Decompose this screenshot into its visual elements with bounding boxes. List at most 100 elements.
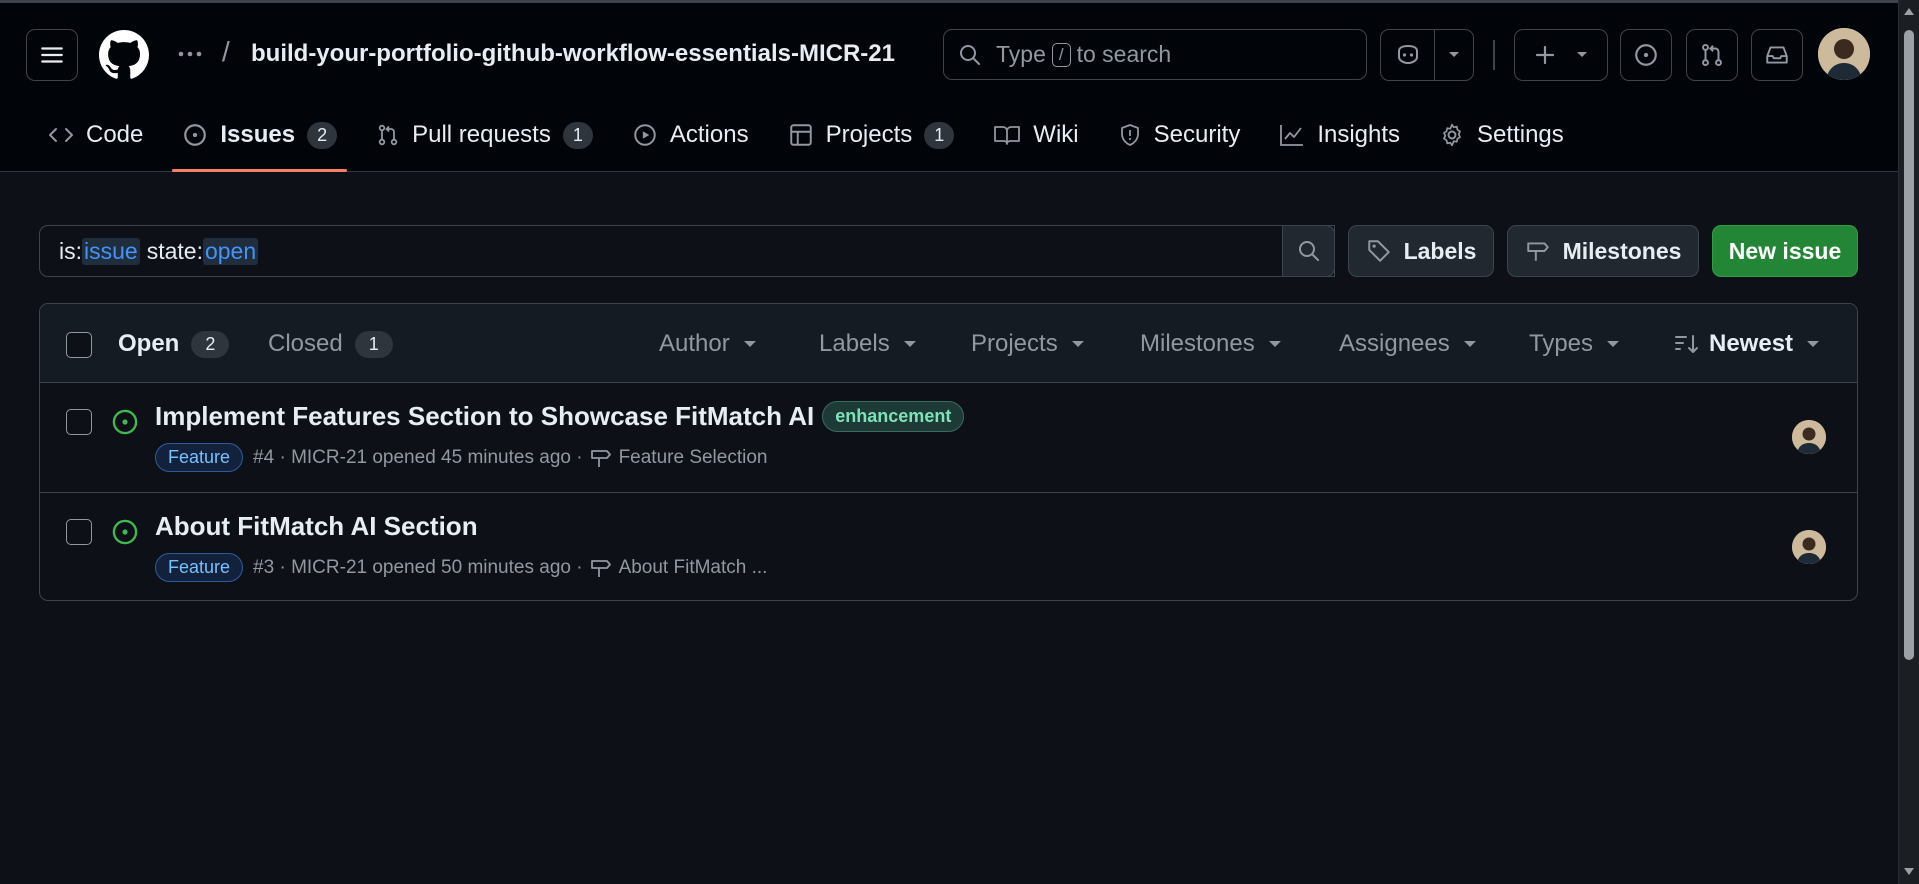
label-enhancement[interactable]: enhancement [822,401,965,432]
scroll-up-arrow[interactable] [1904,8,1914,15]
projects-filter-dropdown[interactable]: Projects [971,330,1084,358]
copilot-dropdown-button[interactable] [1434,29,1474,81]
triangle-down-icon [903,341,916,347]
assignee-avatar[interactable] [1792,530,1826,564]
menu-button[interactable] [26,29,78,81]
issues-filter-input[interactable]: is: issue state: open [39,225,1335,277]
types-filter-dropdown[interactable]: Types [1529,330,1620,358]
tab-projects-label: Projects [825,121,913,148]
your-pull-requests-button[interactable] [1686,29,1738,81]
kebab-horizontal-icon [178,51,202,57]
assignee-avatar[interactable] [1792,420,1826,454]
sort-dropdown[interactable]: Newest [1673,330,1820,358]
tab-pull-requests[interactable]: Pull requests 1 [366,112,603,158]
issue-row[interactable]: Implement Features Section to Showcase F… [40,383,1857,492]
scroll-down-arrow[interactable] [1904,868,1914,875]
tab-settings[interactable]: Settings [1429,112,1574,158]
user-avatar[interactable] [1818,28,1870,80]
sort-desc-icon [1675,335,1698,353]
gear-icon [1443,123,1461,147]
inbox-button[interactable] [1751,29,1803,81]
milestone-icon [1526,242,1549,261]
open-issues-tab[interactable]: Open 2 [118,330,230,358]
issue-title-link[interactable]: Implement Features Section to Showcase F… [155,401,814,432]
repo-nav-tabs: Code Issues 2 Pull requests 1 Actions Pr… [38,112,1593,172]
filter-is-value: issue [82,237,140,265]
issue-title[interactable]: About FitMatch AI Section [155,511,478,542]
issue-opened-icon [112,409,138,435]
page-scrollbar[interactable] [1898,0,1919,884]
triangle-down-icon [743,341,756,347]
issue-milestone-link[interactable]: Feature Selection [589,446,767,470]
labels-button[interactable]: Labels [1348,225,1494,277]
triangle-down-icon [1807,341,1820,347]
open-count: 2 [191,330,230,358]
triangle-down-icon [1268,341,1281,347]
repo-title-link[interactable]: build-your-portfolio-github-workflow-ess… [251,40,895,68]
milestones-button[interactable]: Milestones [1507,225,1699,277]
tab-wiki-label: Wiki [1033,121,1079,148]
sort-label: Newest [1709,330,1794,357]
tab-insights[interactable]: Insights [1269,112,1410,158]
issue-type-badge[interactable]: Feature [155,553,244,582]
issue-opened-icon [1635,44,1657,66]
create-new-button[interactable] [1514,29,1608,81]
tab-actions[interactable]: Actions [622,112,759,158]
milestone-icon [590,449,611,467]
global-search-input[interactable]: Type / to search [943,29,1367,80]
issue-checkbox[interactable] [66,519,92,545]
new-issue-button[interactable]: New issue [1712,225,1858,277]
plus-icon [1535,45,1555,65]
closed-issues-tab[interactable]: Closed 1 [268,330,393,358]
triangle-down-icon [1577,52,1587,57]
issue-type-badge[interactable]: Feature [155,443,244,472]
triangle-down-icon [1071,341,1084,347]
scrollbar-thumb[interactable] [1904,30,1914,660]
issue-row[interactable]: About FitMatch AI Section Feature #3 · M… [40,492,1857,600]
issue-title[interactable]: Implement Features Section to Showcase F… [155,401,965,432]
copilot-button[interactable] [1380,29,1436,81]
breadcrumb-separator: / [222,36,230,67]
filter-search-button[interactable] [1282,225,1335,277]
labels-filter-label: Labels [819,330,890,357]
search-placeholder-suffix: to search [1076,41,1172,67]
closed-count: 1 [354,330,393,358]
author-filter-dropdown[interactable]: Author [659,330,756,358]
issue-milestone-label: About FitMatch ... [618,556,768,578]
tab-projects-count: 1 [924,121,955,149]
issue-opened-icon [112,519,138,545]
tab-code-label: Code [86,121,144,148]
types-filter-label: Types [1529,330,1594,357]
open-label: Open [118,330,180,357]
tab-wiki[interactable]: Wiki [983,112,1088,158]
assignees-filter-dropdown[interactable]: Assignees [1339,330,1476,358]
issue-opened-icon [184,124,207,146]
issue-meta: Feature #4 · MICR-21 opened 45 minutes a… [155,443,767,472]
issues-list-header: Open 2 Closed 1 Author Labels Projects M… [40,304,1857,383]
search-placeholder-prefix: Type [996,41,1046,67]
milestones-filter-label: Milestones [1140,330,1255,357]
filter-state-prefix: state: [146,237,203,264]
your-issues-button[interactable] [1620,29,1672,81]
tab-security[interactable]: Security [1108,112,1251,158]
tab-code[interactable]: Code [38,112,153,158]
labels-filter-dropdown[interactable]: Labels [819,330,916,358]
book-icon [994,126,1021,145]
tab-actions-label: Actions [669,121,749,148]
tag-icon [1367,240,1390,262]
tab-projects[interactable]: Projects 1 [778,112,965,158]
hamburger-icon [41,47,63,63]
select-all-checkbox[interactable] [66,332,92,358]
issue-title-link[interactable]: About FitMatch AI Section [155,511,478,542]
milestones-filter-dropdown[interactable]: Milestones [1140,330,1281,358]
tab-issues[interactable]: Issues 2 [172,112,347,172]
git-pull-request-icon [378,124,398,146]
github-logo[interactable] [99,30,149,80]
search-icon [960,44,980,65]
header-divider [1493,40,1495,70]
more-breadcrumb-button[interactable] [176,44,204,64]
triangle-down-icon [1449,52,1459,57]
search-icon [1298,241,1319,261]
issue-milestone-link[interactable]: About FitMatch ... [589,556,768,580]
issue-checkbox[interactable] [66,409,92,435]
